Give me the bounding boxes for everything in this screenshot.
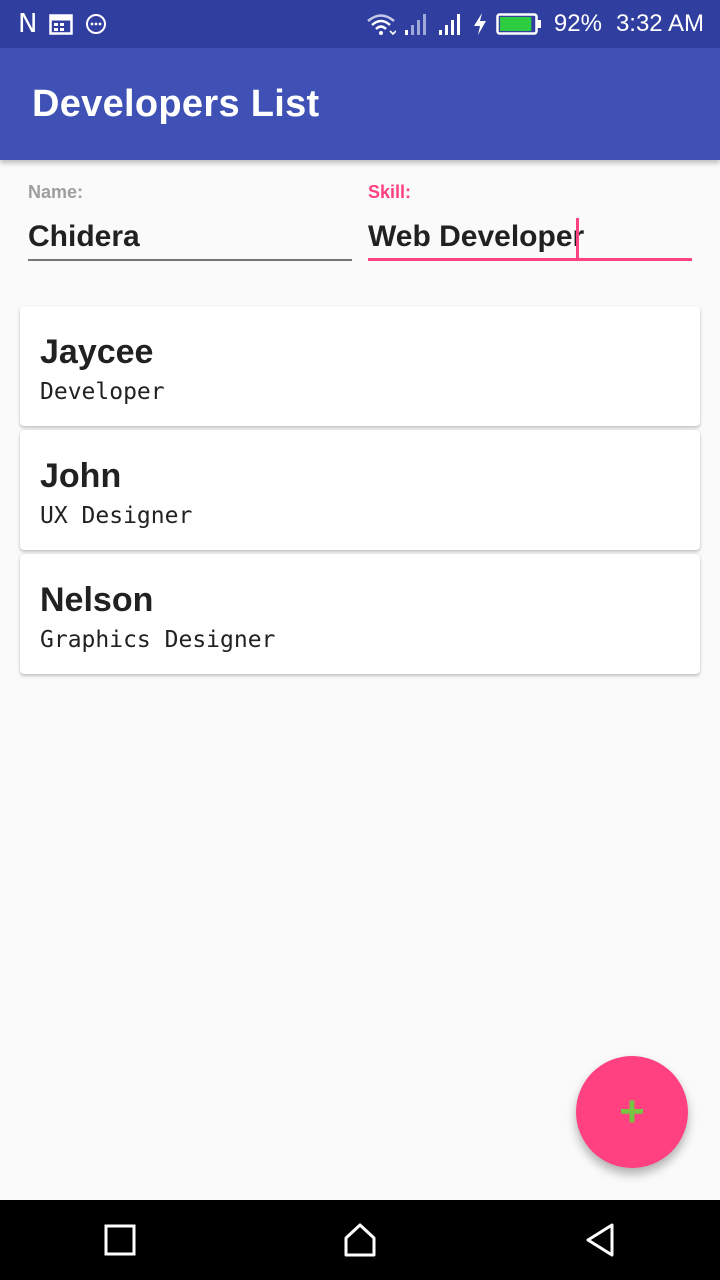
status-bar: N 92% 3:32 AM: [0, 0, 720, 48]
name-label: Name:: [28, 182, 84, 202]
skill-field: Skill:: [368, 160, 692, 261]
status-time: 3:32 AM: [615, 10, 704, 37]
skill-label: Skill:: [368, 182, 412, 202]
home-button[interactable]: [320, 1200, 400, 1280]
chat-bubble-icon: [85, 13, 107, 35]
back-button[interactable]: [560, 1200, 640, 1280]
developer-name: Nelson: [40, 581, 154, 619]
signal-icon-2: [438, 12, 464, 36]
screen: N 92% 3:32 AM Developers List Name: Chid…: [0, 0, 720, 1280]
developer-list: Jaycee Developer John UX Designer Nelson…: [20, 306, 700, 678]
signal-icon: [404, 12, 430, 36]
name-input[interactable]: [28, 215, 352, 261]
wifi-icon: [366, 12, 396, 36]
developer-skill: Developer: [40, 379, 165, 405]
developer-name: Jaycee: [40, 333, 154, 371]
calendar-icon: [49, 13, 74, 35]
skill-input[interactable]: [368, 215, 692, 261]
list-item[interactable]: Jaycee Developer: [20, 306, 700, 426]
add-developer-button[interactable]: +: [576, 1056, 688, 1168]
text-cursor: [576, 218, 579, 260]
status-left: N: [18, 11, 107, 37]
battery-fill: [499, 17, 532, 31]
developer-skill: Graphics Designer: [40, 627, 276, 653]
plus-icon: +: [619, 1087, 645, 1136]
charging-icon: [472, 12, 488, 36]
notification-n-icon: N: [18, 9, 38, 39]
navigation-bar: [0, 1200, 720, 1280]
app-bar: Developers List: [0, 48, 720, 160]
back-triangle-icon: [586, 1223, 614, 1257]
name-field: Name:: [28, 160, 352, 261]
recents-square-icon: [104, 1224, 136, 1256]
developer-form: Name: Skill:: [0, 160, 720, 300]
status-right: 92% 3:32 AM: [366, 10, 704, 38]
developer-skill: UX Designer: [40, 503, 193, 529]
developer-name: John: [40, 457, 122, 495]
home-icon: [344, 1223, 376, 1257]
battery-icon: [496, 12, 542, 36]
list-item[interactable]: John UX Designer: [20, 430, 700, 550]
page-title: Developers List: [32, 82, 320, 125]
recents-button[interactable]: [80, 1200, 160, 1280]
list-item[interactable]: Nelson Graphics Designer: [20, 554, 700, 674]
battery-percent: 92%: [553, 10, 602, 37]
